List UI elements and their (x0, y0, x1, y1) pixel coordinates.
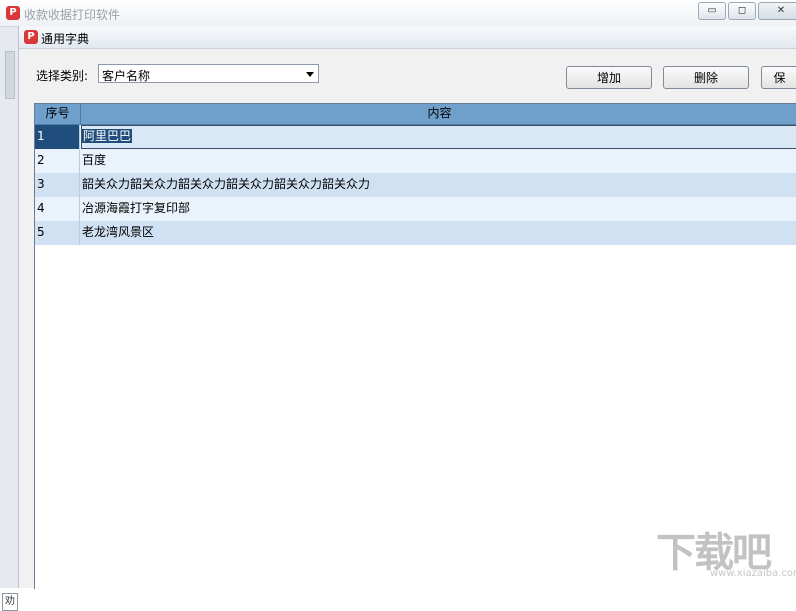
restore-button[interactable]: ◻ (728, 2, 756, 20)
minimize-button[interactable]: ▭ (698, 2, 726, 20)
row-seq: 5 (35, 221, 80, 245)
category-select-value: 客户名称 (102, 69, 151, 83)
watermark-url: www.xiazaiba.com (710, 568, 796, 579)
table-row[interactable]: 3 韶关众力韶关众力韶关众力韶关众力韶关众力韶关众力 (35, 173, 796, 197)
dialog-logo-icon: P (24, 30, 38, 44)
column-header-content[interactable]: 内容 (81, 104, 796, 124)
scroll-handle[interactable] (5, 51, 15, 99)
cell-editor[interactable] (81, 125, 796, 149)
delete-button[interactable]: 删除 (663, 66, 749, 89)
outer-titlebar: P 收款收据打印软件 ▭ ◻ ✕ (0, 0, 796, 27)
row-seq: 3 (35, 173, 80, 197)
add-button[interactable]: 增加 (566, 66, 652, 89)
row-content: 韶关众力韶关众力韶关众力韶关众力韶关众力韶关众力 (82, 177, 371, 191)
row-seq: 1 (35, 125, 80, 149)
window-controls: ▭ ◻ ✕ (698, 2, 796, 20)
grid-header: 序号 内容 (35, 104, 796, 125)
save-button[interactable]: 保 (761, 66, 796, 89)
row-content[interactable]: 阿里巴巴 (82, 129, 133, 143)
watermark-logo: 下载吧 www.xiazaiba.com (656, 520, 796, 580)
table-row[interactable]: 5 老龙湾风景区 (35, 221, 796, 245)
outer-window-title: 收款收据打印软件 (24, 8, 121, 22)
table-row[interactable]: 1 阿里巴巴 (35, 125, 796, 149)
row-seq: 2 (35, 149, 80, 173)
table-row[interactable]: 2 百度 (35, 149, 796, 173)
row-seq: 4 (35, 197, 80, 221)
category-label: 选择类别: (36, 69, 89, 83)
app-logo-icon: P (6, 6, 20, 20)
row-content: 老龙湾风景区 (82, 225, 155, 239)
dialog-titlebar: P 通用字典 (19, 26, 796, 49)
outer-bottom-label: 劝 (2, 593, 18, 611)
column-header-seq[interactable]: 序号 (35, 104, 81, 124)
chevron-down-icon (306, 72, 314, 77)
dictionary-dialog: P 通用字典 选择类别: 客户名称 增加 删除 保 序号 内容 1 阿里巴巴 2… (18, 26, 796, 589)
row-content: 冶源海霞打字复印部 (82, 201, 191, 215)
row-content: 百度 (82, 153, 107, 167)
outer-left-panel: 劝 (0, 27, 19, 611)
dictionary-grid: 序号 内容 1 阿里巴巴 2 百度 3 韶关众力韶关众力韶关众力韶关众力韶关众力… (34, 103, 796, 589)
category-select[interactable]: 客户名称 (98, 64, 319, 83)
close-button[interactable]: ✕ (758, 2, 796, 20)
dialog-title: 通用字典 (41, 32, 90, 46)
table-row[interactable]: 4 冶源海霞打字复印部 (35, 197, 796, 221)
